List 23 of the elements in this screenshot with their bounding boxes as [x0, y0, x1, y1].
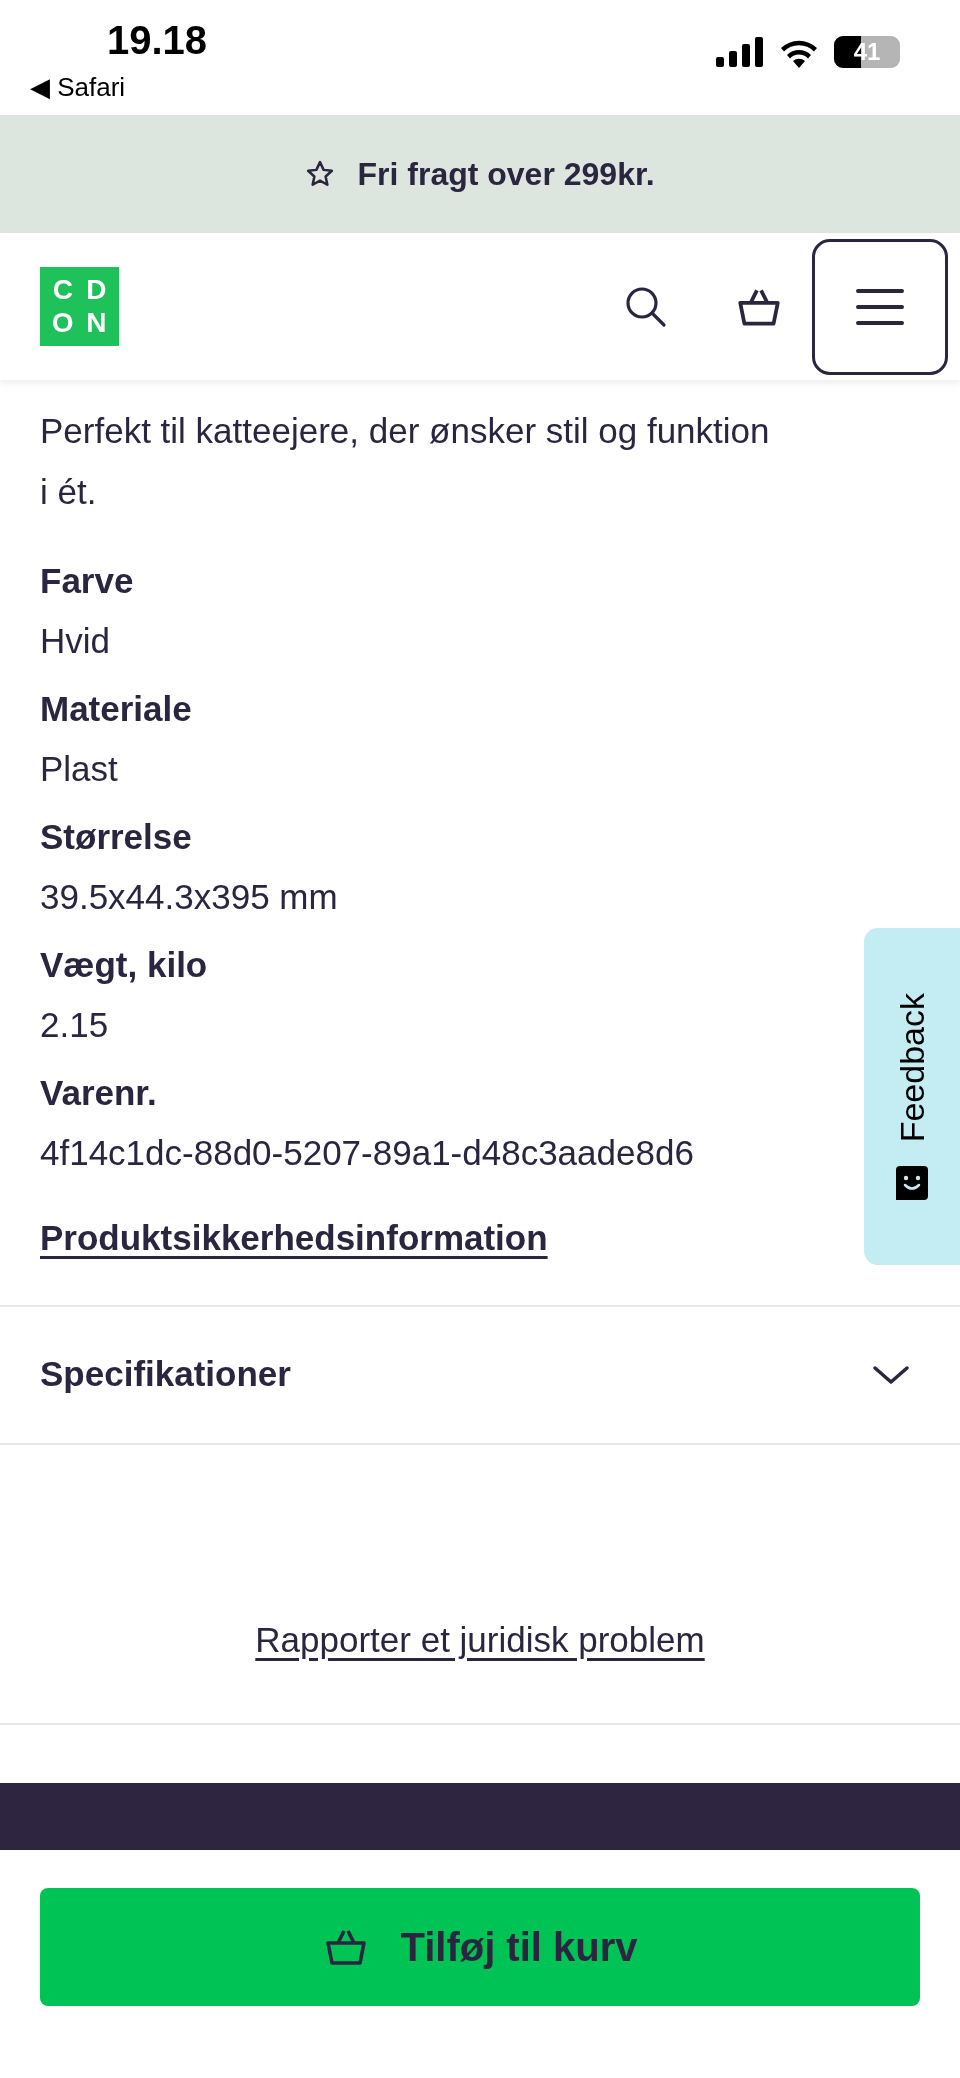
specifications-accordion[interactable]: Specifikationer: [0, 1304, 960, 1445]
attribute-label: Materiale: [40, 688, 193, 730]
signal-icon: [716, 36, 764, 67]
menu-icon: [856, 286, 904, 327]
status-time: 19.18: [107, 20, 208, 60]
attribute-value: Hvid: [40, 620, 112, 662]
add-to-cart-button[interactable]: Tilføj til kurv: [40, 1887, 920, 2006]
chevron-icon: [872, 1363, 910, 1386]
star-icon: [305, 159, 336, 189]
feedback-tab[interactable]: Feedback: [864, 928, 960, 1265]
attribute-label: Vægt, kilo: [40, 944, 209, 986]
description-text: Perfekt til katteejere, der ønsker stil og funktion i ét.: [40, 410, 771, 513]
back-to-safari-link[interactable]: ◀ Safari: [30, 68, 208, 107]
attribute-value: Plast: [40, 748, 119, 790]
attribute-label: Farve: [40, 560, 135, 602]
accordion-title: Specifikationer: [40, 1353, 291, 1396]
product-safety-link[interactable]: Produktsikkerhedsinformation: [40, 1218, 548, 1257]
attribute-value: 39.5x44.3x395 mm: [40, 876, 339, 918]
smiley-icon: [896, 1166, 928, 1201]
menu-button[interactable]: [812, 238, 948, 375]
banner-text: Fri fragt over 299kr.: [357, 155, 655, 194]
report-legal-issue-link[interactable]: Rapporter et juridisk problem: [255, 1614, 705, 1667]
attribute-label: Størrelse: [40, 816, 193, 858]
